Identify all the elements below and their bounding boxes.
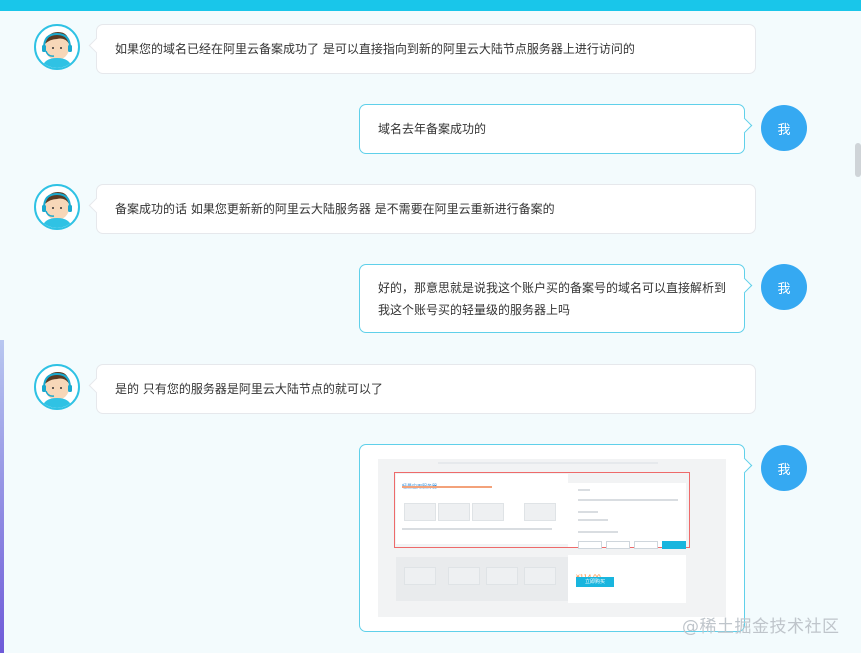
- message-text: 域名去年备案成功的: [378, 122, 487, 136]
- me-avatar: 我: [761, 264, 807, 310]
- left-edge-strip: [0, 340, 4, 653]
- message-bubble-agent: 是的 只有您的服务器是阿里云大陆节点的就可以了: [96, 364, 756, 414]
- message-text-line-2: 我这个账号买的轻量级的服务器上吗: [378, 302, 571, 317]
- agent-avatar-icon: [34, 364, 80, 410]
- message-text: 是的 只有您的服务器是阿里云大陆节点的就可以了: [115, 382, 383, 396]
- top-accent-bar: [0, 0, 861, 11]
- me-avatar-label: 我: [777, 462, 791, 478]
- me-avatar-label: 我: [777, 281, 791, 297]
- me-avatar: 我: [761, 105, 807, 151]
- message-text: 如果您的域名已经在阿里云备案成功了 是可以直接指向到新的阿里云大陆节点服务器上进…: [115, 42, 635, 56]
- screenshot-buy-label: 立即购买: [584, 579, 605, 585]
- message-bubble-me: 好的，那意思就是说我这个账户买的备案号的域名可以直接解析到 我这个账号买的轻量级…: [359, 264, 745, 333]
- message-bubble-agent: 如果您的域名已经在阿里云备案成功了 是可以直接指向到新的阿里云大陆节点服务器上进…: [96, 24, 756, 74]
- agent-avatar-icon: [34, 184, 80, 230]
- message-text-line-1: 好的，那意思就是说我这个账户买的备案号的域名可以直接解析到: [378, 280, 727, 295]
- screenshot-image[interactable]: 轻量应用服务器 ¥114.00 立即购买: [378, 459, 726, 617]
- message-bubble-agent: 备案成功的话 如果您更新新的阿里云大陆服务器 是不需要在阿里云重新进行备案的: [96, 184, 756, 234]
- agent-avatar-icon: [34, 24, 80, 70]
- message-bubble-me: 域名去年备案成功的: [359, 104, 745, 154]
- message-text: 备案成功的话 如果您更新新的阿里云大陆服务器 是不需要在阿里云重新进行备案的: [115, 202, 555, 216]
- me-avatar-label: 我: [777, 122, 791, 138]
- me-avatar: 我: [761, 445, 807, 491]
- message-bubble-me-image[interactable]: 轻量应用服务器 ¥114.00 立即购买: [359, 444, 745, 632]
- watermark: @稀土掘金技术社区: [682, 617, 840, 637]
- scrollbar-thumb[interactable]: [855, 143, 861, 177]
- screenshot-buy-button: 立即购买: [576, 577, 614, 587]
